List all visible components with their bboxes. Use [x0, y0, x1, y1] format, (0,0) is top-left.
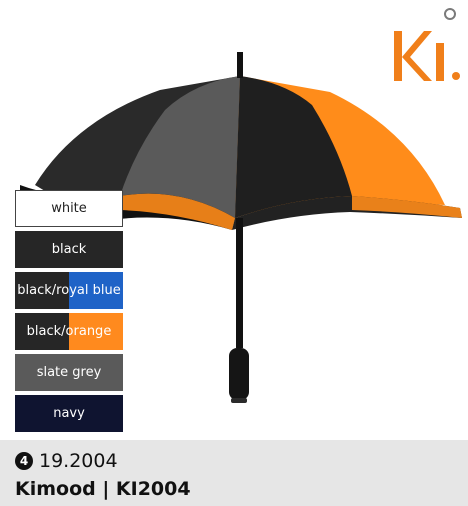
swatch-label: black/royal blue: [17, 283, 121, 298]
swatch-label: black/orange: [26, 324, 112, 339]
swatch-label: black: [51, 242, 87, 257]
swatch-label: navy: [53, 406, 85, 421]
reference-code: 19.2004: [39, 450, 118, 472]
product-stage: white black black/royal blue black/orang…: [0, 0, 468, 440]
swatch-navy[interactable]: navy: [15, 395, 123, 432]
swatch-black-orange[interactable]: black/orange: [15, 313, 123, 350]
swatch-slate-grey[interactable]: slate grey: [15, 354, 123, 391]
product-reference: 4 19.2004: [15, 450, 118, 472]
swatch-white[interactable]: white: [15, 190, 123, 227]
product-footer: 4 19.2004 Kimood | KI2004: [0, 440, 468, 506]
swatch-black[interactable]: black: [15, 231, 123, 268]
swatch-label: white: [51, 201, 87, 216]
reference-number-badge: 4: [15, 452, 33, 470]
brand-logo-icon: [394, 8, 460, 81]
color-swatch-list: white black black/royal blue black/orang…: [15, 190, 125, 436]
swatch-label: slate grey: [36, 365, 102, 380]
swatch-black-royal-blue[interactable]: black/royal blue: [15, 272, 123, 309]
product-name: Kimood | KI2004: [15, 478, 191, 500]
